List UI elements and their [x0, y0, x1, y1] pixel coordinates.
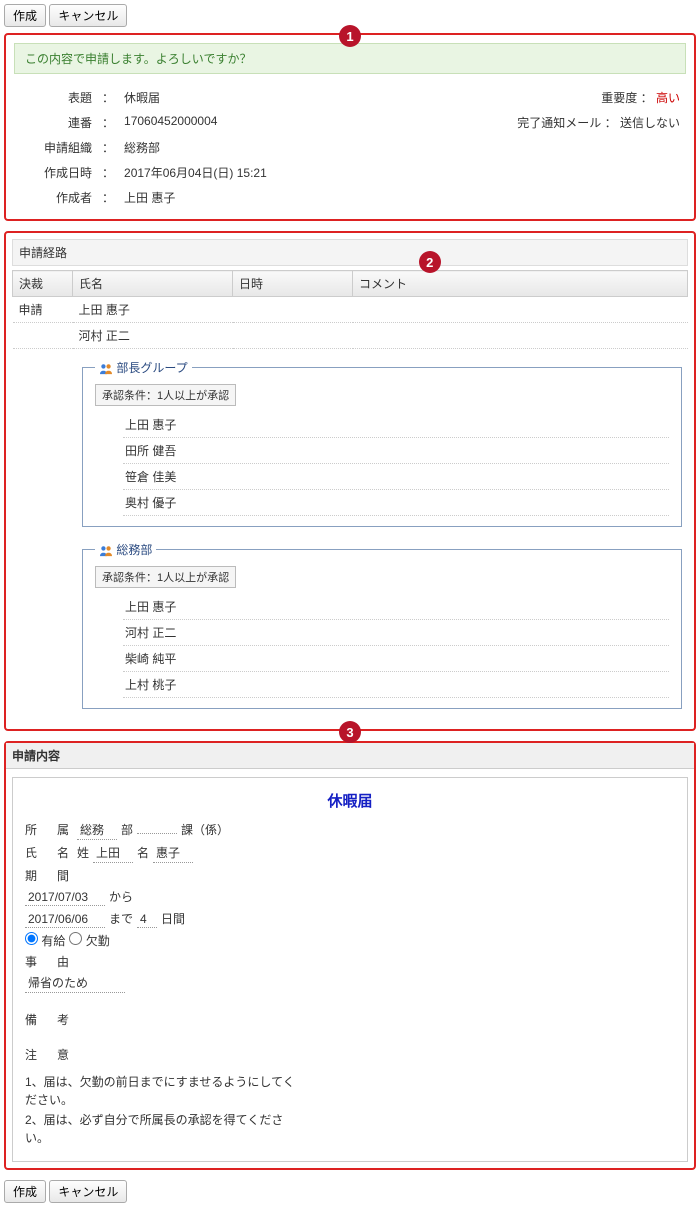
note-2: 2、届は、必ず自分で所属長の承認を得てください。 [25, 1111, 295, 1147]
route-title: 申請経路 [12, 239, 688, 266]
route-header-decision: 決裁 [13, 271, 73, 297]
label-serial: 連番 [16, 111, 96, 134]
member-item: 河村 正二 [123, 620, 669, 646]
group-icon [99, 363, 113, 375]
label-name: 氏 名 [25, 844, 73, 861]
route-header-datetime: 日時 [233, 271, 353, 297]
label-remarks: 備 考 [25, 1011, 73, 1028]
route-header-name: 氏名 [73, 271, 233, 297]
route-comment [353, 297, 688, 323]
member-item: 柴崎 純平 [123, 646, 669, 672]
label-importance: 重要度 [601, 91, 637, 105]
route-header-comment: コメント [353, 271, 688, 297]
label-notify: 完了通知メール [517, 116, 601, 130]
cancel-button[interactable]: キャンセル [49, 4, 127, 27]
label-notes: 注 意 [25, 1046, 73, 1063]
section-content: 申請内容 休暇届 所 属 総務 部 課（係） 氏 名 姓 上田 名 惠子 期 間… [4, 741, 696, 1170]
member-item: 田所 健吾 [123, 438, 669, 464]
route-datetime [233, 297, 353, 323]
badge-1: 1 [339, 25, 361, 47]
value-created-at: 2017年06月04日(日) 15:21 [120, 161, 684, 184]
radio-absent[interactable]: 欠勤 [69, 932, 109, 949]
group-legend: 総務部 [95, 541, 156, 558]
value-creator: 上田 惠子 [120, 186, 684, 209]
label-creator: 作成者 [16, 186, 96, 209]
field-affiliation-ka [137, 832, 177, 834]
notes-block: 1、届は、欠勤の前日までにすませるようにしてください。 2、届は、必ず自分で所属… [25, 1073, 295, 1147]
route-decision [13, 323, 73, 349]
approval-condition: 承認条件：1人以上が承認 [95, 384, 236, 406]
member-item: 上村 桃子 [123, 672, 669, 698]
value-serial: 17060452000004 [120, 111, 329, 134]
route-row: 申請上田 惠子 [13, 297, 688, 323]
badge-3: 3 [339, 721, 361, 743]
label-reason: 事 由 [25, 953, 73, 970]
value-importance: 高い [656, 91, 680, 105]
route-name: 河村 正二 [73, 323, 233, 349]
field-days: 4 [137, 912, 157, 928]
label-subject: 表題 [16, 86, 96, 109]
section-route: 2 申請経路 決裁 氏名 日時 コメント 申請上田 惠子河村 正二 部長グループ… [4, 231, 696, 731]
badge-2: 2 [419, 251, 441, 273]
field-affiliation-bu: 総務 [77, 821, 117, 840]
value-org: 総務部 [120, 136, 684, 159]
confirm-message: この内容で申請します。よろしいですか？ [14, 43, 686, 74]
group-icon [99, 545, 113, 557]
member-item: 笹倉 佳美 [123, 464, 669, 490]
route-decision: 申請 [13, 297, 73, 323]
approval-group: 部長グループ承認条件：1人以上が承認上田 惠子田所 健吾笹倉 佳美奥村 優子 [82, 359, 682, 527]
section-summary: 1 この内容で申請します。よろしいですか？ 表題 ： 休暇届 重要度 ： 高い … [4, 33, 696, 221]
member-item: 上田 惠子 [123, 412, 669, 438]
route-name: 上田 惠子 [73, 297, 233, 323]
member-list: 上田 惠子河村 正二柴崎 純平上村 桃子 [123, 594, 669, 698]
field-date-from: 2017/07/03 [25, 890, 105, 906]
field-surname: 上田 [93, 844, 133, 863]
toolbar-bottom: 作成 キャンセル [4, 1180, 696, 1203]
meta-table: 表題 ： 休暇届 重要度 ： 高い 連番 ： 17060452000004 完了… [14, 84, 686, 211]
member-list: 上田 惠子田所 健吾笹倉 佳美奥村 優子 [123, 412, 669, 516]
approval-condition: 承認条件：1人以上が承認 [95, 566, 236, 588]
form-area: 休暇届 所 属 総務 部 課（係） 氏 名 姓 上田 名 惠子 期 間 2017… [12, 777, 688, 1162]
toolbar-top: 作成 キャンセル [4, 4, 696, 27]
route-comment [353, 323, 688, 349]
value-notify: 送信しない [620, 116, 680, 130]
label-affiliation: 所 属 [25, 821, 73, 838]
form-title: 休暇届 [25, 790, 675, 811]
field-reason: 帰省のため [25, 974, 125, 993]
note-1: 1、届は、欠勤の前日までにすませるようにしてください。 [25, 1073, 295, 1109]
approval-group: 総務部承認条件：1人以上が承認上田 惠子河村 正二柴崎 純平上村 桃子 [82, 541, 682, 709]
cancel-button-bottom[interactable]: キャンセル [49, 1180, 127, 1203]
label-period: 期 間 [25, 867, 73, 884]
member-item: 上田 惠子 [123, 594, 669, 620]
create-button[interactable]: 作成 [4, 4, 46, 27]
route-table: 決裁 氏名 日時 コメント 申請上田 惠子河村 正二 [12, 270, 688, 349]
member-item: 奥村 優子 [123, 490, 669, 516]
label-org: 申請組織 [16, 136, 96, 159]
field-given: 惠子 [153, 844, 193, 863]
radio-paid[interactable]: 有給 [25, 932, 65, 949]
group-legend: 部長グループ [95, 359, 192, 376]
label-created-at: 作成日時 [16, 161, 96, 184]
route-row: 河村 正二 [13, 323, 688, 349]
field-date-to: 2017/06/06 [25, 912, 105, 928]
route-datetime [233, 323, 353, 349]
create-button-bottom[interactable]: 作成 [4, 1180, 46, 1203]
value-subject: 休暇届 [120, 86, 329, 109]
content-section-title: 申請内容 [6, 743, 694, 769]
